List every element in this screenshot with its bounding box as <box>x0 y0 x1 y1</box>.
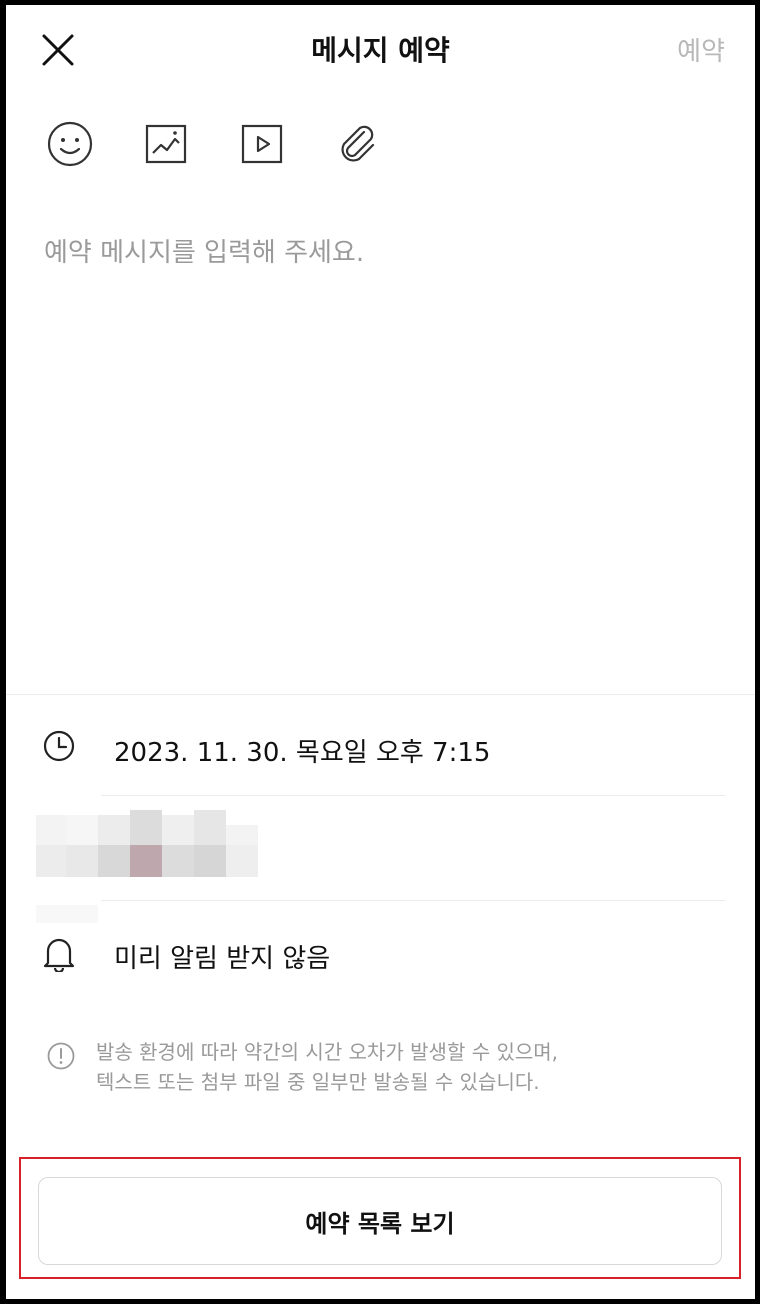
notice-text: 발송 환경에 따라 약간의 시간 오차가 발생할 수 있으며, 텍스트 또는 첨… <box>96 1040 559 1094</box>
message-input[interactable] <box>42 230 726 674</box>
smile-icon <box>47 121 93 167</box>
emoticon-button[interactable] <box>46 120 94 168</box>
file-button[interactable] <box>334 120 382 168</box>
attachment-icon <box>341 125 375 162</box>
reserve-button[interactable]: 예약 <box>677 31 725 68</box>
image-icon <box>145 124 187 164</box>
video-button[interactable] <box>238 120 286 168</box>
divider <box>101 900 725 901</box>
schedule-datetime-row[interactable]: 2023. 11. 30. 목요일 오후 7:15 <box>6 715 755 785</box>
header: 메시지 예약 예약 <box>6 5 755 95</box>
page-title: 메시지 예약 <box>311 34 450 67</box>
clock-icon <box>43 730 75 762</box>
redacted-recipient <box>36 810 258 923</box>
message-schedule-screen: 메시지 예약 예약 예약 메시지를 입력해 주세요. 2023. 11. 30.… <box>6 5 755 1299</box>
alarm-row[interactable]: 미리 알림 받지 않음 <box>6 920 755 990</box>
video-icon <box>241 124 283 164</box>
reservation-list-button[interactable]: 예약 목록 보기 <box>38 1177 722 1265</box>
schedule-datetime: 2023. 11. 30. 목요일 오후 7:15 <box>114 738 491 768</box>
bell-icon <box>43 938 75 972</box>
divider <box>6 694 755 695</box>
info-icon <box>47 1042 75 1070</box>
photo-button[interactable] <box>142 120 190 168</box>
alarm-label: 미리 알림 받지 않음 <box>114 944 331 974</box>
divider <box>101 795 725 796</box>
